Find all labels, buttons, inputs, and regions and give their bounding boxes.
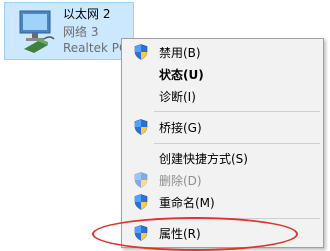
uac-shield-icon [134, 225, 148, 241]
uac-shield-icon [134, 194, 148, 210]
menu-separator [154, 111, 320, 112]
menu-item-label: 创建快捷方式(S) [159, 152, 248, 166]
menu-item-delete: 删除(D) [124, 169, 321, 191]
menu-separator [154, 218, 320, 219]
menu-item-disable[interactable]: 禁用(B) [124, 41, 321, 63]
menu-item-label: 状态(U) [159, 68, 204, 82]
menu-item-diagnose[interactable]: 诊断(I) [124, 85, 321, 107]
network-adapter-icon [19, 10, 55, 53]
menu-item-label: 重命名(M) [159, 196, 215, 210]
menu-item-label: 诊断(I) [159, 90, 196, 104]
adapter-network: 网络 3 [63, 25, 99, 39]
adapter-name: 以太网 2 [63, 7, 111, 21]
menu-item-label: 禁用(B) [159, 46, 201, 60]
menu-item-rename[interactable]: 重命名(M) [124, 191, 321, 213]
menu-item-properties[interactable]: 属性(R) [124, 222, 321, 244]
menu-item-label: 属性(R) [159, 227, 201, 241]
menu-item-label: 删除(D) [159, 174, 202, 188]
uac-shield-icon [134, 44, 148, 60]
menu-item-status[interactable]: 状态(U) [124, 63, 321, 85]
uac-shield-icon [134, 172, 148, 188]
menu-item-bridge[interactable]: 桥接(G) [124, 116, 321, 138]
context-menu: 禁用(B) 状态(U) 诊断(I) 桥接(G) 创建快捷方式(S) 删除(D) [121, 38, 324, 248]
menu-item-create-shortcut[interactable]: 创建快捷方式(S) [124, 147, 321, 169]
menu-separator [154, 143, 320, 144]
uac-shield-icon [134, 119, 148, 135]
network-adapter-item[interactable]: 以太网 2 网络 3 Realtek PCIe GbE Family Contr… [4, 2, 134, 60]
menu-item-label: 桥接(G) [159, 121, 202, 135]
